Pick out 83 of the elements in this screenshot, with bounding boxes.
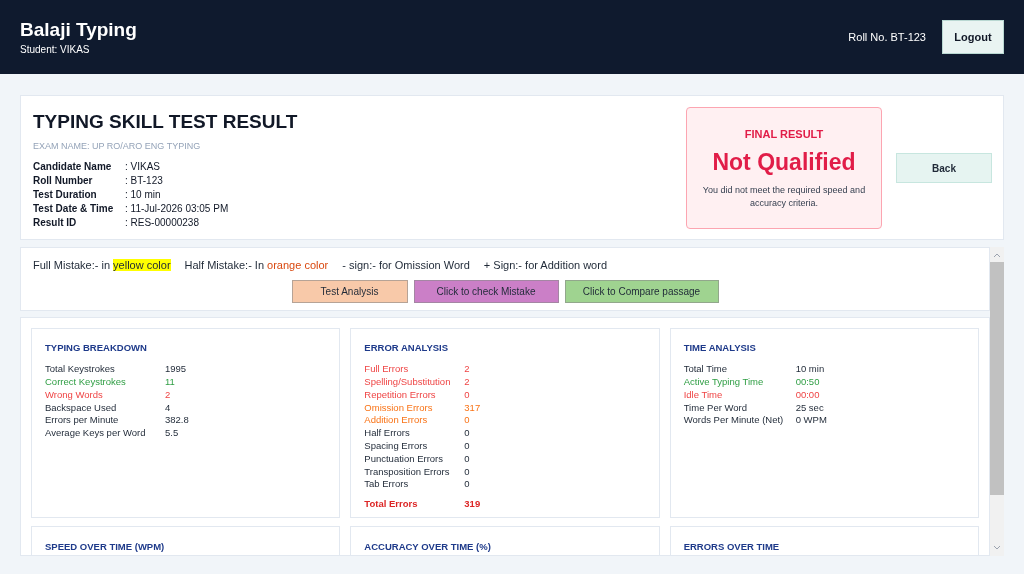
stat-label: Backspace Used: [45, 401, 118, 415]
stat-value: 319: [464, 498, 481, 511]
exam-name: EXAM NAME: UP RO/ARO ENG TYPING: [33, 140, 202, 153]
stat-label: Idle Time: [683, 388, 724, 402]
stat-value: 5.5: [165, 427, 179, 441]
stat-value: 0: [464, 440, 470, 453]
stat-value: 0: [464, 388, 470, 402]
stat-label: Wrong Words: [45, 388, 104, 402]
roll-number: Roll No. BT-123: [848, 29, 926, 45]
legend-text: Half Mistake:- In: [184, 259, 265, 271]
stat-value: 00:00: [795, 388, 820, 402]
stat-label: Total Keystrokes: [45, 363, 116, 377]
legend-sample: orange color: [267, 259, 329, 271]
card-title: SPEED OVER TIME (WPM): [45, 541, 165, 552]
legend-text: - sign:- for Omission Word: [342, 259, 470, 271]
stat-value: 2: [165, 388, 171, 402]
stat-value: 2: [464, 363, 470, 377]
back-button[interactable]: Back: [896, 153, 992, 183]
stat-label: Spacing Errors: [364, 440, 429, 453]
stat-value: 317: [464, 401, 481, 415]
detail-value: : RES-00000238: [125, 215, 199, 230]
stat-label: Time Per Word: [683, 401, 748, 415]
final-result-heading: FINAL RESULT: [744, 126, 824, 142]
stat-value: 1995: [165, 363, 187, 377]
stat-value: 0 WPM: [795, 414, 827, 428]
detail-value: : BT-123: [125, 173, 163, 188]
stat-label: Transposition Errors: [364, 465, 451, 479]
detail-label: Result ID: [33, 215, 78, 230]
stat-label: Errors per Minute: [45, 414, 120, 428]
detail-value: : 10 min: [125, 187, 161, 202]
stat-value: 2: [464, 376, 470, 389]
detail-label: Roll Number: [33, 173, 94, 188]
stat-label: Tab Errors: [364, 478, 410, 492]
card-title: ERROR ANALYSIS: [364, 341, 450, 355]
detail-label: Test Date & Time: [33, 201, 115, 216]
scroll-down-icon[interactable]: [993, 545, 1001, 551]
stat-value: 00:50: [795, 376, 820, 389]
stat-label: Spelling/Substitution: [364, 376, 452, 389]
stat-value: 0: [464, 452, 470, 466]
scroll-up-icon[interactable]: [993, 252, 1001, 258]
stat-label: Active Typing Time: [683, 376, 765, 389]
stat-value: 11: [165, 376, 175, 389]
brand-title: Balaji Typing: [20, 17, 137, 42]
stat-label: Half Errors: [364, 427, 411, 441]
stat-value: 0: [464, 427, 470, 441]
action-button[interactable]: Test Analysis: [291, 279, 408, 303]
stat-value: 0: [464, 414, 470, 428]
stat-value: 4: [165, 401, 171, 415]
stat-value: 382.8: [165, 414, 189, 428]
stat-label: Full Errors: [364, 363, 410, 377]
logout-button[interactable]: Logout: [942, 20, 1004, 54]
stat-label: Total Time: [683, 363, 728, 377]
card-title: TIME ANALYSIS: [683, 341, 757, 355]
page-title: TYPING SKILL TEST RESULT: [33, 110, 299, 134]
stat-value: 25 sec: [795, 401, 824, 415]
stat-label: Average Keys per Word: [45, 427, 147, 441]
card-title: TYPING BREAKDOWN: [45, 341, 148, 355]
stat-value: 0: [464, 465, 470, 479]
card-title: ACCURACY OVER TIME (%): [364, 541, 491, 552]
action-button[interactable]: Click to check Mistake: [413, 279, 559, 303]
stat-label: Total Errors: [364, 498, 419, 511]
student-name: Student: VIKAS: [20, 42, 91, 57]
stat-value: 0: [464, 478, 470, 492]
detail-value: : VIKAS: [125, 159, 160, 174]
stat-label: Addition Errors: [364, 414, 429, 428]
scrollbar[interactable]: [990, 247, 1004, 556]
legend-text: + Sign:- for Addition word: [483, 259, 608, 271]
stat-label: Omission Errors: [364, 401, 434, 415]
stat-label: Repetition Errors: [364, 388, 437, 402]
result-verdict: Not Qualified: [712, 148, 856, 178]
result-note: You did not meet the required speed and accuracy criteria.: [701, 184, 867, 211]
detail-value: : 11-Jul-2026 03:05 PM: [125, 201, 229, 216]
card-title: ERRORS OVER TIME: [683, 541, 780, 552]
stat-label: Words Per Minute (Net): [683, 414, 785, 428]
stat-value: 10 min: [795, 363, 825, 377]
stat-label: Correct Keystrokes: [45, 376, 127, 389]
stat-label: Punctuation Errors: [364, 452, 444, 466]
detail-label: Candidate Name: [33, 159, 113, 174]
legend-text: Full Mistake:- in: [33, 259, 111, 271]
action-button[interactable]: Click to Compare passage: [564, 279, 719, 303]
legend-sample: yellow color: [113, 259, 171, 271]
scroll-thumb[interactable]: [990, 262, 1004, 495]
detail-label: Test Duration: [33, 187, 98, 202]
